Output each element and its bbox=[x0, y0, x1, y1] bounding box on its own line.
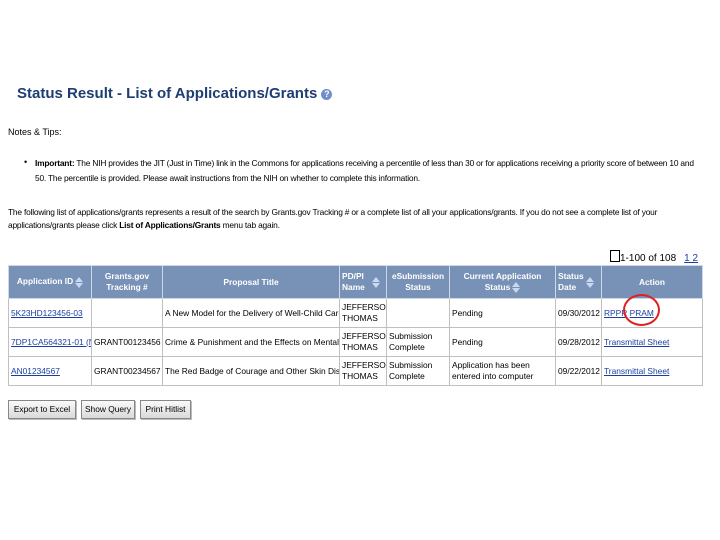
pager-page-links[interactable]: 1 2 bbox=[684, 253, 698, 264]
cell-proposal-title: The Red Badge of Courage and Other Skin … bbox=[162, 356, 340, 386]
show-query-button[interactable]: Show Query bbox=[81, 400, 135, 419]
col-header-status-date[interactable]: Status Date bbox=[555, 265, 602, 299]
cell-status: Pending bbox=[449, 327, 556, 357]
intro-body: The following list of applications/grant… bbox=[8, 207, 658, 230]
cell-status: Pending bbox=[449, 298, 556, 328]
important-label: Important: bbox=[35, 158, 75, 168]
col-header-pdpi[interactable]: PD/PI Name bbox=[339, 265, 387, 299]
col-header-label: eSubmission Status bbox=[391, 271, 445, 292]
cell-pdpi: JEFFERSON, THOMAS bbox=[339, 356, 387, 386]
col-header-proposal-title: Proposal Title bbox=[162, 265, 340, 299]
col-header-action: Action bbox=[601, 265, 703, 299]
table-row: 5K23HD123456-03 A New Model for the Deli… bbox=[8, 298, 703, 328]
print-hitlist-button[interactable]: Print Hitlist bbox=[140, 400, 191, 419]
page-title-text: Status Result - List of Applications/Gra… bbox=[17, 85, 318, 102]
important-note: Important: The NIH provides the JIT (Jus… bbox=[35, 156, 700, 186]
cell-esubmission: Submission Complete bbox=[386, 356, 450, 386]
col-header-label: Proposal Title bbox=[223, 276, 279, 287]
bullet-icon: • bbox=[24, 157, 28, 167]
application-id-link[interactable]: 7DP1CA564321-01 (NPI) bbox=[11, 337, 91, 347]
sort-arrows-icon[interactable] bbox=[586, 276, 594, 288]
table-header-row: Application ID Grants.gov Tracking # Pro… bbox=[8, 265, 703, 299]
col-header-label: Current Application Status bbox=[463, 270, 542, 292]
transmittal-sheet-link[interactable]: Transmittal Sheet bbox=[604, 366, 669, 376]
important-text: The NIH provides the JIT (Just in Time) … bbox=[35, 158, 694, 183]
cell-status-date: 09/28/2012 bbox=[555, 327, 602, 357]
cell-application-id[interactable]: 5K23HD123456-03 bbox=[8, 298, 92, 328]
applications-table: Application ID Grants.gov Tracking # Pro… bbox=[8, 265, 703, 386]
cell-action: Transmittal Sheet bbox=[601, 356, 703, 386]
export-to-excel-button[interactable]: Export to Excel bbox=[8, 400, 76, 419]
cell-status: Application has been entered into comput… bbox=[449, 356, 556, 386]
cell-pdpi: JEFFERSON, THOMAS bbox=[339, 298, 387, 328]
table-row: 7DP1CA564321-01 (NPI) GRANT00123456 Crim… bbox=[8, 327, 703, 357]
col-header-esubmission: eSubmission Status bbox=[386, 265, 450, 299]
cell-tracking bbox=[91, 298, 163, 328]
intro-menu-tab-name: List of Applications/Grants bbox=[119, 220, 221, 230]
intro-tail: menu tab again. bbox=[220, 220, 280, 230]
intro-text: The following list of applications/grant… bbox=[8, 206, 708, 232]
cell-tracking: GRANT00234567 bbox=[91, 356, 163, 386]
cell-pdpi: JEFFERSON, THOMAS bbox=[339, 327, 387, 357]
cell-status-date: 09/22/2012 bbox=[555, 356, 602, 386]
col-header-label: Grants.gov Tracking # bbox=[104, 271, 150, 292]
page-title: Status Result - List of Applications/Gra… bbox=[17, 85, 333, 102]
pager-box-icon bbox=[610, 250, 620, 262]
cell-esubmission bbox=[386, 298, 450, 328]
col-header-label: PD/PI Name bbox=[342, 271, 365, 292]
col-header-label: Status Date bbox=[558, 271, 584, 292]
col-header-label: Application ID bbox=[16, 276, 74, 287]
cell-application-id[interactable]: AN01234567 bbox=[8, 356, 92, 386]
col-header-current-status[interactable]: Current Application Status bbox=[449, 265, 556, 299]
cell-esubmission: Submission Complete bbox=[386, 327, 450, 357]
cell-application-id[interactable]: 7DP1CA564321-01 (NPI) bbox=[8, 327, 92, 357]
application-id-link[interactable]: 5K23HD123456-03 bbox=[11, 308, 83, 318]
cell-action: Transmittal Sheet bbox=[601, 327, 703, 357]
table-row: AN01234567 GRANT00234567 The Red Badge o… bbox=[8, 356, 703, 386]
col-header-label: Action bbox=[638, 276, 666, 287]
col-header-application-id[interactable]: Application ID bbox=[8, 265, 92, 299]
highlight-circle bbox=[623, 294, 660, 326]
col-header-tracking[interactable]: Grants.gov Tracking # bbox=[91, 265, 163, 299]
sort-arrows-icon[interactable] bbox=[372, 276, 380, 288]
pager: 1-100 of 108 1 2 bbox=[610, 250, 698, 264]
cell-tracking: GRANT00123456 bbox=[91, 327, 163, 357]
sort-arrows-icon[interactable] bbox=[512, 282, 521, 294]
notes-heading: Notes & Tips: bbox=[8, 127, 62, 137]
transmittal-sheet-link[interactable]: Transmittal Sheet bbox=[604, 337, 669, 347]
help-icon[interactable]: ? bbox=[321, 89, 333, 100]
sort-arrows-icon[interactable] bbox=[75, 276, 84, 288]
cell-status-date: 09/30/2012 bbox=[555, 298, 602, 328]
cell-proposal-title: A New Model for the Delivery of Well-Chi… bbox=[162, 298, 340, 328]
pager-range: 1-100 of 108 bbox=[620, 253, 677, 264]
cell-proposal-title: Crime & Punishment and the Effects on Me… bbox=[162, 327, 340, 357]
application-id-link[interactable]: AN01234567 bbox=[11, 366, 60, 376]
